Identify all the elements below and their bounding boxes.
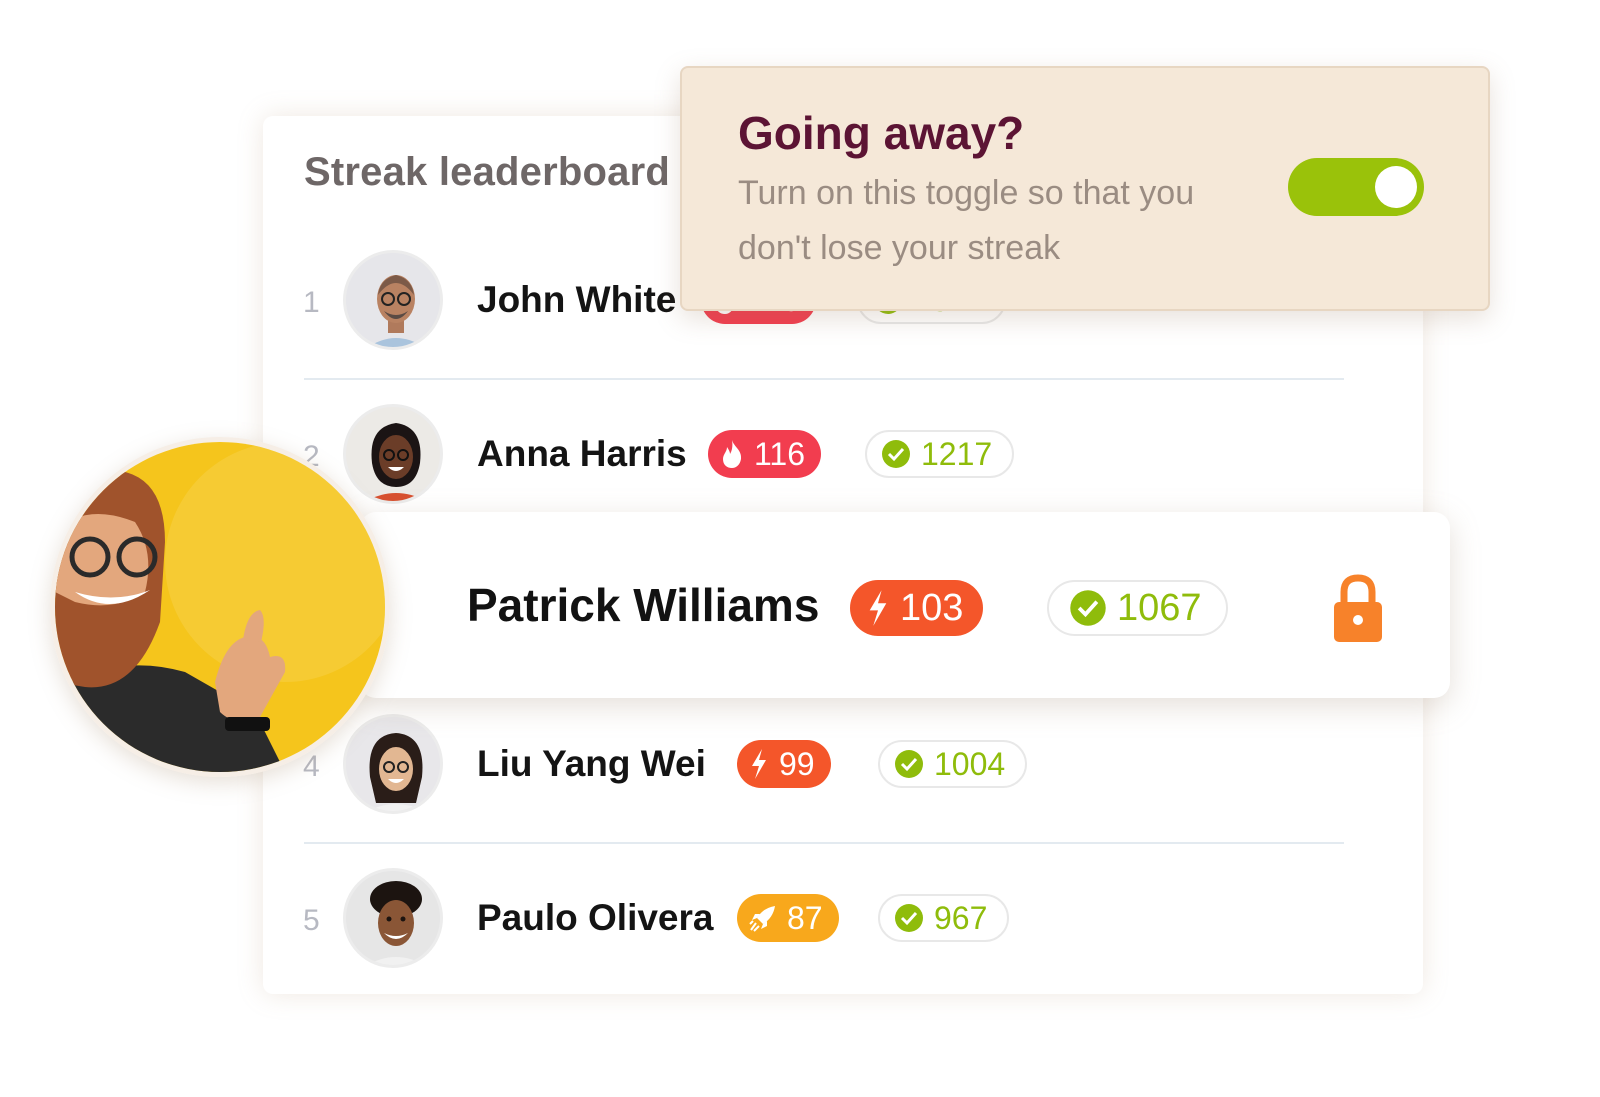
streak-badge: 99 [737,740,831,788]
popup-description: Turn on this toggle so that you don't lo… [738,174,1195,267]
rocket-icon [749,904,777,932]
streak-badge: 87 [737,894,839,942]
popup-title: Going away? [738,107,1025,159]
toggle-knob [1375,166,1417,208]
user-name: John White [477,279,677,320]
avatar [343,404,443,504]
rank-number: 4 [303,750,320,783]
streak-value: 87 [787,899,823,936]
score-badge: 1004 [878,740,1028,788]
user-name: Liu Yang Wei [477,743,706,784]
streak-badge: 116 [708,430,822,478]
current-user-name: Patrick Williams [467,579,820,631]
check-circle-icon [894,903,924,933]
score-value: 967 [934,899,988,936]
leaderboard-title: Streak leaderboard [304,150,670,194]
avatar [343,714,443,814]
rank-number: 5 [303,904,320,937]
avatar [343,250,443,350]
leaderboard-row[interactable]: 5 Paulo Olivera 87 967 [263,864,1423,974]
leaderboard-row[interactable]: 4 Liu Yang Wei 99 1004 [263,710,1423,820]
lightning-icon [749,748,769,780]
rank-number: 1 [303,286,320,319]
score-badge: 1067 [1047,580,1228,636]
going-away-toggle[interactable] [1288,158,1424,216]
lock-icon[interactable] [1332,572,1384,649]
score-badge: 1217 [865,430,1015,478]
check-circle-icon [894,749,924,779]
score-value: 1004 [934,745,1006,782]
user-name: Anna Harris [477,433,687,474]
current-user-avatar [50,437,390,777]
flame-icon [720,439,744,469]
row-divider [304,842,1344,844]
check-circle-icon [881,439,911,469]
streak-badge: 103 [850,580,984,636]
leaderboard-row[interactable]: 2 Anna Harris 116 1217 [263,400,1423,510]
streak-value: 103 [900,586,964,629]
score-value: 1067 [1117,586,1202,629]
going-away-popup: Going away? Turn on this toggle so that … [680,66,1490,311]
row-divider [304,378,1344,380]
check-circle-icon [1069,589,1107,627]
lightning-icon [866,589,890,627]
score-value: 1217 [921,435,993,472]
score-badge: 967 [878,894,1010,942]
avatar [343,868,443,968]
streak-value: 99 [779,745,815,782]
user-name: Paulo Olivera [477,897,714,938]
streak-value: 116 [754,435,806,472]
